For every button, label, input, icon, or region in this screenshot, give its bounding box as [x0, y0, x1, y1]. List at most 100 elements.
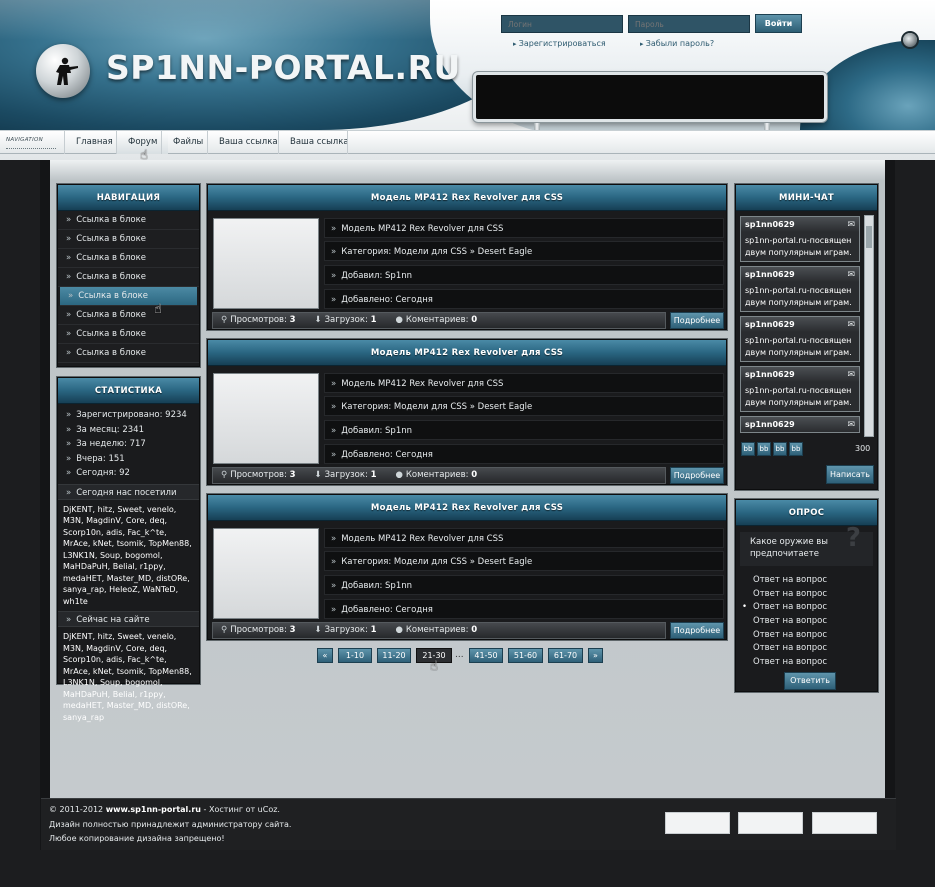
nav-block-link-active[interactable]: Ссылка в блоке: [60, 287, 197, 306]
pagination-page[interactable]: 41-50: [469, 648, 503, 663]
mail-icon[interactable]: ✉: [847, 368, 855, 383]
footer-counter-banner[interactable]: [738, 812, 803, 834]
bbcode-button[interactable]: bb: [773, 442, 787, 456]
statistics-block: СТАТИСТИКА Зарегистрировано: 9234 За мес…: [57, 377, 200, 722]
chat-scrollbar[interactable]: [864, 215, 874, 437]
article-stats-bar: ⚲ Просмотров: 3 ⬇ Загрузок: 1 ● Коментариев…: [212, 622, 666, 639]
bbcode-button[interactable]: bb: [741, 442, 755, 456]
article-thumbnail[interactable]: [213, 528, 319, 619]
poll-block: ОПРОС Какое оружие вы предпочитаете ? От…: [735, 499, 878, 692]
poll-option[interactable]: Ответ на вопрос: [736, 615, 877, 629]
article-name-line: Модель MP412 Rex Revolver для CSS: [324, 528, 724, 548]
stat-week: За неделю: 717: [58, 437, 199, 452]
pagination-next[interactable]: »: [588, 648, 603, 663]
article-title[interactable]: Модель MP412 Rex Revolver для CSS: [208, 185, 726, 211]
article-author-line: Добавил: Sp1nn: [324, 265, 724, 285]
article-more-button[interactable]: Подробнее: [670, 312, 724, 329]
nav-block-link[interactable]: Ссылка в блоке: [58, 230, 199, 249]
pagination-page[interactable]: 61-70: [548, 648, 583, 663]
article-more-button[interactable]: Подробнее: [670, 622, 724, 639]
comment-icon: ●: [395, 470, 403, 480]
article-thumbnail[interactable]: [213, 218, 319, 309]
chat-message-text: sp1nn-portal.ru-посвящен двум популярным…: [741, 232, 859, 261]
today-visitors-heading: Сегодня нас посетили: [58, 483, 199, 500]
topnav-divider: [347, 131, 348, 154]
article-category-line: Категория: Модели для CSS » Desert Eagle: [324, 551, 724, 571]
poll-option[interactable]: Ответ на вопрос: [736, 588, 877, 602]
article-thumbnail[interactable]: [213, 373, 319, 464]
poll-option-selected[interactable]: Ответ на вопрос: [736, 601, 877, 615]
header-knob-decoration: [903, 33, 917, 47]
chat-scrollbar-thumb[interactable]: [866, 226, 872, 248]
register-link[interactable]: Зарегистрироваться: [513, 39, 606, 48]
poll-option[interactable]: Ответ на вопрос: [736, 574, 877, 588]
nav-block-link[interactable]: Ссылка в блоке: [58, 249, 199, 268]
article-more-button[interactable]: Подробнее: [670, 467, 724, 484]
footer-copyright: © 2011-2012 www.sp1nn-portal.ru - Хостин…: [49, 805, 280, 814]
article-name-line: Модель MP412 Rex Revolver для CSS: [324, 373, 724, 393]
footer-counter-banner[interactable]: [665, 812, 730, 834]
article-title[interactable]: Модель MP412 Rex Revolver для CSS: [208, 340, 726, 366]
soldier-icon: [56, 57, 78, 85]
stat-today: Сегодня: 92: [58, 466, 199, 481]
stat-month: За месяц: 2341: [58, 423, 199, 438]
today-visitors-list: DjKENT, hitz, Sweet, venelo, M3N, Magdin…: [63, 504, 192, 606]
chat-message-text: sp1nn-portal.ru-посвящен двум популярным…: [741, 282, 859, 311]
mail-icon[interactable]: ✉: [847, 218, 855, 233]
online-users-list: DjKENT, hitz, Sweet, venelo, M3N, Magdin…: [63, 632, 192, 722]
bbcode-button[interactable]: bb: [757, 442, 771, 456]
login-password-input[interactable]: [628, 15, 750, 33]
pagination-page[interactable]: 11-20: [377, 648, 411, 663]
chat-message-user[interactable]: sp1nn0629 ✉: [741, 417, 859, 432]
nav-block-link[interactable]: Ссылка в блоке: [58, 268, 199, 287]
article-stats-bar: ⚲ Просмотров: 3 ⬇ Загрузок: 1 ● Коментариев…: [212, 467, 666, 484]
chat-message-user[interactable]: sp1nn0629 ✉: [741, 367, 859, 382]
navigation-block-title: НАВИГАЦИЯ: [58, 185, 199, 211]
pagination-prev[interactable]: «: [317, 648, 333, 663]
topnav-item-home[interactable]: Главная: [64, 131, 124, 154]
chat-send-button[interactable]: Написать: [826, 465, 874, 484]
chat-message: sp1nn0629 ✉ sp1nn-portal.ru-посвящен двум…: [740, 216, 860, 262]
mail-icon[interactable]: ✉: [847, 418, 855, 433]
topnav-item-custom-link-1[interactable]: Ваша ссылка: [207, 131, 289, 154]
footer-site-link[interactable]: www.sp1nn-portal.ru: [106, 805, 201, 814]
mail-icon[interactable]: ✉: [847, 318, 855, 333]
nav-block-link[interactable]: Ссылка в блоке: [58, 344, 199, 363]
login-username-input[interactable]: [501, 15, 623, 33]
logo-text[interactable]: SP1NN-PORTAL.RU: [106, 48, 461, 87]
nav-block-link[interactable]: Ссылка в блоке: [58, 211, 199, 230]
poll-question: Какое оружие вы предпочитаете ?: [740, 525, 873, 566]
poll-submit-button[interactable]: Ответить: [784, 672, 836, 690]
article-date-line: Добавлено: Сегодня: [324, 444, 724, 464]
nav-block-link[interactable]: Ссылка в блоке: [58, 306, 199, 325]
article-title[interactable]: Модель MP412 Rex Revolver для CSS: [208, 495, 726, 521]
article-date-line: Добавлено: Сегодня: [324, 599, 724, 619]
poll-option[interactable]: Ответ на вопрос: [736, 629, 877, 643]
article-card: Модель MP412 Rex Revolver для CSS Модель…: [207, 339, 727, 485]
article-card: Модель MP412 Rex Revolver для CSS Модель…: [207, 494, 727, 640]
stat-registered: Зарегистрировано: 9234: [58, 408, 199, 423]
chat-message-text: sp1nn-portal.ru-посвящен двум популярным…: [741, 382, 859, 411]
statistics-block-title: СТАТИСТИКА: [58, 378, 199, 404]
poll-option[interactable]: Ответ на вопрос: [736, 656, 877, 670]
pagination-page[interactable]: 1-10: [338, 648, 372, 663]
chat-message-user[interactable]: sp1nn0629 ✉: [741, 317, 859, 332]
chat-message: sp1nn0629 ✉: [740, 416, 860, 433]
chat-message-text: sp1nn-portal.ru-посвящен двум популярным…: [741, 332, 859, 361]
bbcode-button[interactable]: bb: [789, 442, 803, 456]
mail-icon[interactable]: ✉: [847, 268, 855, 283]
pagination-page-current[interactable]: 21-30: [416, 648, 452, 663]
chat-message-user[interactable]: sp1nn0629 ✉: [741, 267, 859, 282]
footer-counter-banner[interactable]: [812, 812, 877, 834]
pagination-page[interactable]: 51-60: [508, 648, 543, 663]
pin-icon: ⚲: [221, 315, 228, 325]
login-button[interactable]: Войти: [755, 14, 802, 33]
forgot-password-link[interactable]: Забыли пароль?: [640, 39, 714, 48]
poll-option[interactable]: Ответ на вопрос: [736, 642, 877, 656]
logo-icon[interactable]: [36, 44, 90, 98]
online-users-heading: Сейчас на сайте: [58, 611, 199, 627]
chat-message-user[interactable]: sp1nn0629 ✉: [741, 217, 859, 232]
stat-yesterday: Вчера: 151: [58, 452, 199, 467]
nav-block-link[interactable]: Ссылка в блоке: [58, 325, 199, 344]
download-icon: ⬇: [314, 315, 322, 325]
